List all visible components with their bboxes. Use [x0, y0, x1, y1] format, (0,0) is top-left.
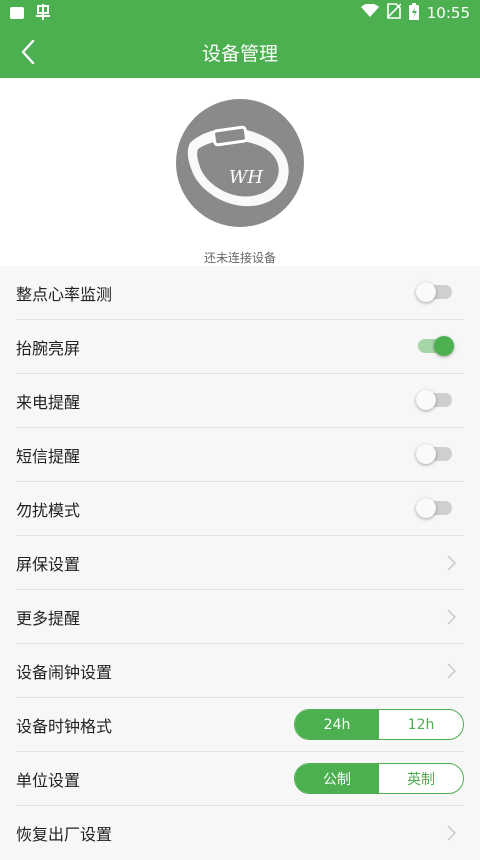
- units-imperial[interactable]: 英制: [379, 764, 463, 793]
- clock-format-12h[interactable]: 12h: [379, 710, 463, 739]
- battery-charging-icon: [408, 2, 419, 24]
- no-sim-icon: [386, 3, 402, 23]
- setting-sms-alert[interactable]: 短信提醒: [0, 428, 480, 482]
- back-button[interactable]: [10, 34, 46, 70]
- chevron-right-icon: [442, 824, 460, 842]
- setting-device-alarm[interactable]: 设备闹钟设置: [0, 644, 480, 698]
- device-image-text: WH: [229, 167, 264, 188]
- sms-alert-toggle[interactable]: [416, 444, 452, 464]
- device-status: 还未连接设备: [203, 251, 276, 265]
- setting-label: 更多提醒: [16, 609, 81, 628]
- units-metric[interactable]: 公制: [295, 764, 379, 793]
- chevron-right-icon: [442, 608, 460, 626]
- setting-screensaver[interactable]: 屏保设置: [0, 536, 480, 590]
- device-band-image: WH: [176, 99, 304, 227]
- setting-do-not-disturb[interactable]: 勿扰模式: [0, 482, 480, 536]
- setting-clock-format: 设备时钟格式 24h 12h: [0, 698, 480, 752]
- setting-factory-reset[interactable]: 恢复出厂设置: [0, 806, 480, 860]
- units-segmented: 公制 英制: [294, 763, 464, 794]
- setting-label: 勿扰模式: [16, 501, 81, 520]
- setting-label: 屏保设置: [16, 555, 81, 574]
- app-icon: [34, 3, 52, 23]
- chevron-right-icon: [442, 554, 460, 572]
- do-not-disturb-toggle[interactable]: [416, 498, 452, 518]
- call-alert-toggle[interactable]: [416, 390, 452, 410]
- raise-to-wake-toggle[interactable]: [418, 336, 454, 356]
- status-bar: 10:55: [0, 0, 480, 26]
- notification-icon: [10, 7, 24, 19]
- setting-units: 单位设置 公制 英制: [0, 752, 480, 806]
- setting-label: 设备时钟格式: [16, 717, 113, 736]
- setting-more-reminders[interactable]: 更多提醒: [0, 590, 480, 644]
- setting-call-alert[interactable]: 来电提醒: [0, 374, 480, 428]
- device-hero: WH 还未连接设备: [0, 78, 480, 266]
- back-arrow-icon: [21, 39, 35, 65]
- chevron-right-icon: [442, 662, 460, 680]
- setting-label: 设备闹钟设置: [16, 663, 113, 682]
- setting-label: 短信提醒: [16, 447, 81, 466]
- page-title: 设备管理: [201, 42, 278, 65]
- setting-label: 恢复出厂设置: [16, 825, 113, 844]
- hourly-heart-rate-toggle[interactable]: [416, 282, 452, 302]
- app-bar: 设备管理: [0, 26, 480, 78]
- clock-format-segmented: 24h 12h: [294, 709, 464, 740]
- setting-hourly-heart-rate[interactable]: 整点心率监测: [0, 266, 480, 320]
- setting-label: 整点心率监测: [16, 285, 113, 304]
- status-time: 10:55: [426, 4, 470, 22]
- setting-raise-to-wake[interactable]: 抬腕亮屏: [0, 320, 480, 374]
- clock-format-24h[interactable]: 24h: [295, 710, 379, 739]
- wifi-icon: [360, 3, 379, 22]
- setting-label: 单位设置: [16, 771, 81, 790]
- settings-list: 整点心率监测 抬腕亮屏 来电提醒 短信提醒 勿扰模式 屏保设置 更多提醒 设备闹…: [0, 266, 480, 860]
- setting-label: 来电提醒: [16, 393, 81, 412]
- setting-label: 抬腕亮屏: [16, 339, 81, 358]
